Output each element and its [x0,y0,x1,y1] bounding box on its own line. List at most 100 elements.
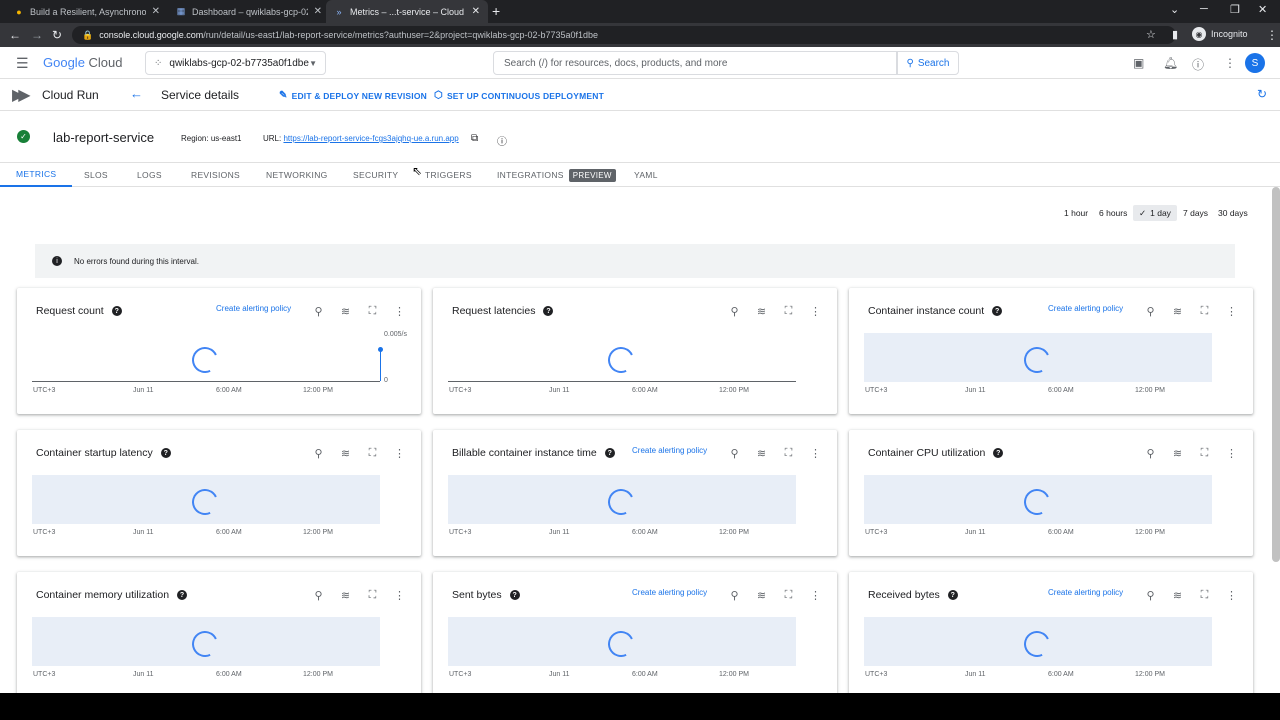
fullscreen-icon[interactable]: ⛶ [775,589,802,602]
chevron-down-icon[interactable]: ⌄ [1170,3,1179,16]
fullscreen-icon[interactable]: ⛶ [1191,447,1218,460]
info-icon[interactable]: ⓘ [497,133,507,148]
reload-icon[interactable]: ↻ [52,28,62,42]
legend-icon[interactable]: ≋ [332,589,359,602]
range-6-hours[interactable]: 6 hours [1099,205,1127,221]
legend-icon[interactable]: ≋ [748,305,775,318]
zoom-icon[interactable]: ⚲ [305,305,332,318]
create-alerting-policy-link[interactable]: Create alerting policy [1048,304,1123,313]
zoom-icon[interactable]: ⚲ [1137,305,1164,318]
edit-deploy-button[interactable]: ✎ EDIT & DEPLOY NEW REVISION [279,90,427,101]
close-window-icon[interactable]: ✕ [1258,3,1267,16]
zoom-icon[interactable]: ⚲ [721,589,748,602]
scrollbar[interactable] [1272,187,1280,562]
more-vert-icon[interactable]: ⋮ [1218,589,1245,602]
tab-slos[interactable]: SLOS [84,163,108,187]
help-icon[interactable]: ? [993,448,1004,458]
copy-icon[interactable]: ⧉ [471,133,478,144]
url-bar[interactable]: 🔒 console.cloud.google.com/run/detail/us… [72,26,1176,44]
cloud-shell-icon[interactable]: ▣ [1133,56,1144,70]
tab-security[interactable]: SECURITY [353,163,398,187]
create-alerting-policy-link[interactable]: Create alerting policy [216,304,291,313]
tab-revisions[interactable]: REVISIONS [191,163,240,187]
legend-icon[interactable]: ≋ [332,447,359,460]
back-arrow-icon[interactable]: ← [130,86,143,101]
tab-logs[interactable]: LOGS [137,163,162,187]
create-alerting-policy-link[interactable]: Create alerting policy [1048,588,1123,597]
help-icon[interactable]: ? [177,590,188,600]
help-icon[interactable]: ? [604,448,615,458]
help-icon[interactable]: ⓘ [1192,56,1204,73]
refresh-icon[interactable]: ↻ [1257,87,1267,101]
more-vert-icon[interactable]: ⋮ [1266,28,1278,42]
create-alerting-policy-link[interactable]: Create alerting policy [632,446,707,455]
close-icon[interactable]: ✕ [314,6,322,17]
tab-integrations[interactable]: INTEGRATIONS PREVIEW [497,163,616,187]
back-arrow-icon[interactable]: ← [9,28,21,42]
range-1-day[interactable]: ✓ 1 day [1133,205,1177,221]
range-30-days[interactable]: 30 days [1218,205,1248,221]
help-icon[interactable]: ? [111,306,122,316]
more-vert-icon[interactable]: ⋮ [1224,56,1236,70]
new-tab-icon[interactable]: + [492,3,500,19]
project-selector[interactable]: ⁘ qwiklabs-gcp-02-b7735a0f1dbe ▼ [145,51,326,75]
search-input[interactable]: Search (/) for resources, docs, products… [493,51,897,75]
zoom-icon[interactable]: ⚲ [1137,589,1164,602]
tab-networking[interactable]: NETWORKING [266,163,328,187]
fullscreen-icon[interactable]: ⛶ [359,305,386,318]
browser-tab[interactable]: ● Build a Resilient, Asynchronous S ✕ [6,0,168,23]
zoom-icon[interactable]: ⚲ [721,447,748,460]
fullscreen-icon[interactable]: ⛶ [359,447,386,460]
zoom-icon[interactable]: ⚲ [305,589,332,602]
legend-icon[interactable]: ≋ [1164,305,1191,318]
more-vert-icon[interactable]: ⋮ [802,589,829,602]
notifications-icon[interactable]: 🔔︎ [1163,56,1178,70]
more-vert-icon[interactable]: ⋮ [386,305,413,318]
fullscreen-icon[interactable]: ⛶ [1191,589,1218,602]
sidebar-icon[interactable]: ▮ [1172,28,1178,41]
menu-icon[interactable]: ☰ [16,55,29,72]
fullscreen-icon[interactable]: ⛶ [775,447,802,460]
restore-icon[interactable]: ❐ [1230,3,1240,16]
fullscreen-icon[interactable]: ⛶ [1191,305,1218,318]
tab-metrics[interactable]: METRICS [0,163,73,187]
legend-icon[interactable]: ≋ [748,589,775,602]
more-vert-icon[interactable]: ⋮ [1218,447,1245,460]
search-button[interactable]: ⚲ Search [897,51,959,75]
forward-arrow-icon[interactable]: → [31,28,43,42]
google-cloud-logo[interactable]: Google Cloud [43,55,123,70]
help-icon[interactable]: ? [509,590,520,600]
more-vert-icon[interactable]: ⋮ [386,447,413,460]
incognito-indicator[interactable]: ◉ Incognito [1192,27,1248,41]
zoom-icon[interactable]: ⚲ [1137,447,1164,460]
more-vert-icon[interactable]: ⋮ [1218,305,1245,318]
minimize-icon[interactable]: ─ [1200,3,1208,15]
more-vert-icon[interactable]: ⋮ [386,589,413,602]
fullscreen-icon[interactable]: ⛶ [359,589,386,602]
browser-tab[interactable]: ▦ Dashboard – qwiklabs-gcp-02-b7 ✕ [168,0,330,23]
tab-yaml[interactable]: YAML [634,163,658,187]
service-url-link[interactable]: https://lab-report-service-fcgs3ajqhq-ue… [283,134,458,143]
legend-icon[interactable]: ≋ [1164,447,1191,460]
zoom-icon[interactable]: ⚲ [721,305,748,318]
star-icon[interactable]: ☆ [1146,28,1156,41]
legend-icon[interactable]: ≋ [748,447,775,460]
close-icon[interactable]: ✕ [152,6,160,17]
close-icon[interactable]: ✕ [472,6,480,17]
help-icon[interactable]: ? [947,590,958,600]
zoom-icon[interactable]: ⚲ [305,447,332,460]
more-vert-icon[interactable]: ⋮ [802,305,829,318]
help-icon[interactable]: ? [160,448,171,458]
help-icon[interactable]: ? [992,306,1003,316]
legend-icon[interactable]: ≋ [1164,589,1191,602]
range-1-hour[interactable]: 1 hour [1064,205,1088,221]
range-7-days[interactable]: 7 days [1183,205,1208,221]
setup-cd-button[interactable]: ⬡ SET UP CONTINUOUS DEPLOYMENT [434,90,604,101]
create-alerting-policy-link[interactable]: Create alerting policy [632,588,707,597]
legend-icon[interactable]: ≋ [332,305,359,318]
browser-tab-active[interactable]: » Metrics – ...t-service – Cloud Run ✕ [326,0,488,23]
more-vert-icon[interactable]: ⋮ [802,447,829,460]
tab-triggers[interactable]: TRIGGERS [425,163,472,187]
avatar[interactable]: S [1245,53,1265,73]
fullscreen-icon[interactable]: ⛶ [775,305,802,318]
